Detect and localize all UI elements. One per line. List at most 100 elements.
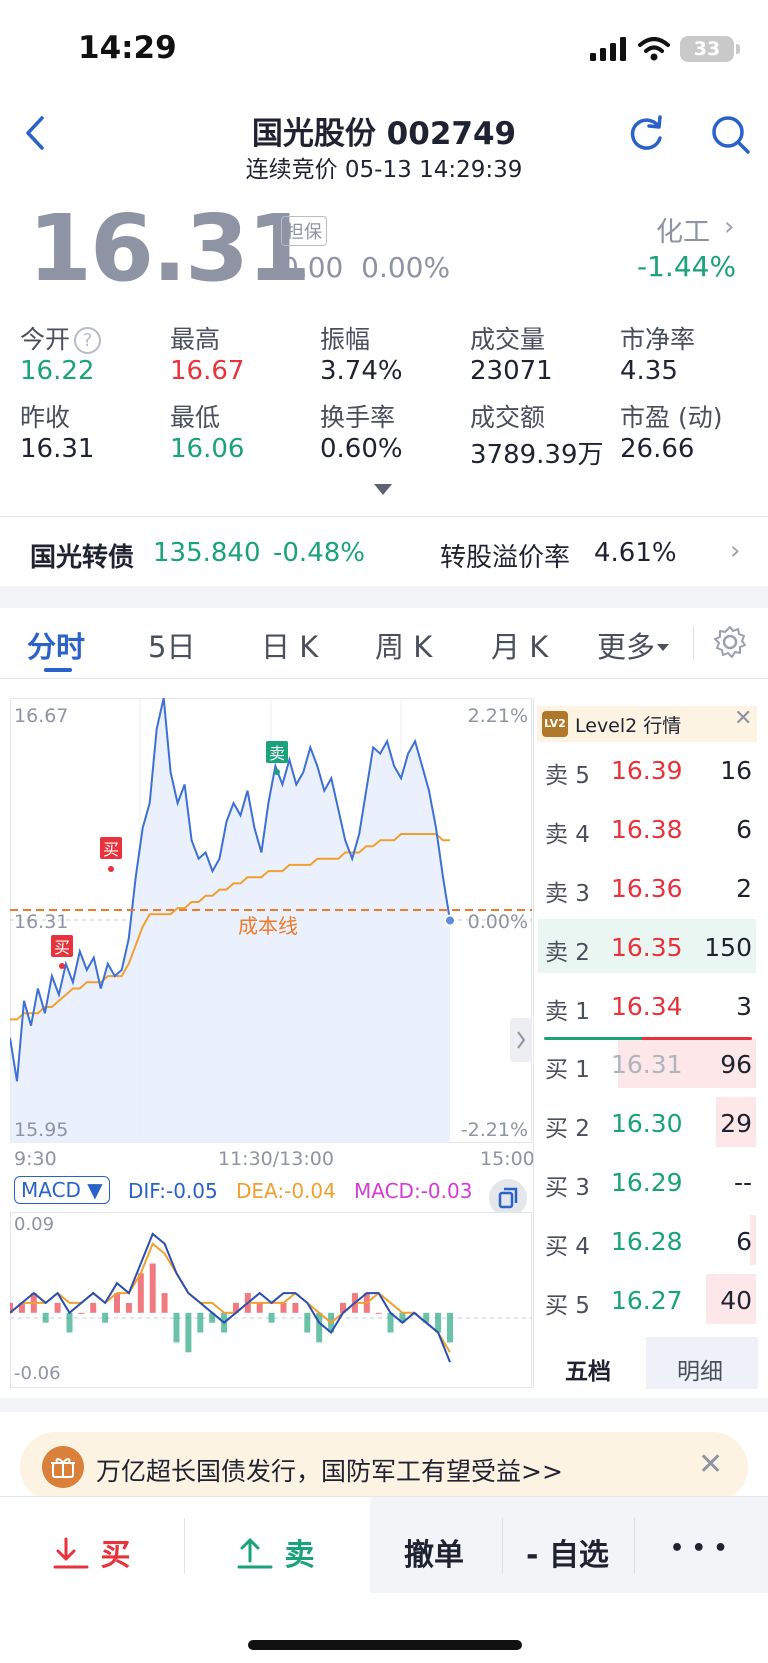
- level2-title[interactable]: Level2 行情: [575, 711, 681, 738]
- cancel-order-button[interactable]: 撤单: [404, 1530, 464, 1574]
- y-label-top: 16.67: [14, 705, 68, 727]
- x-label-midday: 11:30/13:00: [218, 1148, 334, 1170]
- macd-bar: [280, 1302, 287, 1313]
- ask-label: 卖 1: [545, 999, 590, 1025]
- bid-label: 买 3: [545, 1175, 590, 1201]
- last-price: 16.31: [28, 195, 311, 302]
- sector-name[interactable]: 化工: [656, 210, 710, 249]
- stat-label-text: 振幅: [320, 325, 371, 354]
- stat-label-text: 今开: [20, 325, 71, 354]
- stat-label: 市盈 (动): [620, 398, 722, 434]
- tab-five-levels[interactable]: 五档: [565, 1352, 611, 1386]
- macd-bar: [102, 1312, 109, 1323]
- tab-5day[interactable]: 5日: [148, 624, 195, 666]
- macd-bar: [197, 1312, 204, 1333]
- expand-caret-icon[interactable]: [374, 484, 392, 495]
- ask-price: 16.36: [611, 874, 683, 903]
- stat-value: 16.22: [20, 356, 95, 386]
- macd-chart: 0.09 -0.06: [10, 1212, 532, 1388]
- macd-bar: [292, 1302, 299, 1313]
- stat-value: 0.60%: [320, 434, 403, 464]
- wifi-icon: [638, 37, 670, 61]
- change-amount: 0.00: [281, 251, 344, 284]
- guarantee-tag: 担保: [281, 216, 327, 246]
- ask-price: 16.38: [611, 815, 683, 844]
- banner-text[interactable]: 万亿超长国债发行，国防军工有望受益>>: [96, 1452, 563, 1488]
- stat-label: 成交额: [470, 398, 545, 434]
- bid-qty: 40: [720, 1286, 752, 1315]
- tab-more[interactable]: 更多: [597, 624, 670, 666]
- close-icon[interactable]: ✕: [698, 1447, 723, 1482]
- chevron-right-icon[interactable]: ›: [724, 212, 734, 242]
- panel-divider: [533, 698, 534, 1388]
- bond-change: -0.48%: [273, 538, 365, 568]
- status-time: 14:29: [78, 30, 177, 66]
- gift-icon: [42, 1446, 84, 1488]
- pct-label-mid: 0.00%: [468, 911, 528, 933]
- bid-qty: 96: [720, 1050, 752, 1079]
- tab-monthly-k[interactable]: 月 K: [491, 624, 548, 666]
- bond-price: 135.840: [153, 538, 261, 568]
- macd-bar: [161, 1293, 168, 1313]
- ask-qty: 150: [704, 933, 752, 962]
- sell-button[interactable]: 卖: [236, 1530, 314, 1574]
- macd-bar: [304, 1312, 311, 1333]
- premium-label: 转股溢价率: [440, 543, 571, 573]
- tab-more-label: 更多: [597, 630, 656, 664]
- buy-marker-label: 买: [103, 840, 119, 859]
- tab-daily-k[interactable]: 日 K: [261, 624, 318, 666]
- signal-icon: [590, 37, 626, 61]
- macd-bar: [268, 1312, 275, 1323]
- stat-label: 最低: [170, 398, 220, 434]
- tab-intraday[interactable]: 分时: [27, 624, 85, 666]
- stat-value: 23071: [470, 356, 553, 386]
- divider: [0, 678, 768, 679]
- macd-bar: [149, 1263, 156, 1313]
- tab-weekly-k[interactable]: 周 K: [375, 624, 432, 666]
- stat-label-text: 成交量: [470, 325, 546, 354]
- expand-panel-handle[interactable]: [510, 1018, 532, 1062]
- section-gap: [0, 1398, 768, 1412]
- stat-label-text: 市净率: [620, 325, 696, 354]
- stat-value: 16.31: [20, 434, 95, 464]
- home-indicator: [248, 1640, 522, 1650]
- bid-price: 16.29: [611, 1168, 683, 1197]
- more-button[interactable]: • • •: [670, 1536, 728, 1561]
- macd-bar: [375, 1312, 382, 1314]
- macd-bar: [173, 1312, 180, 1343]
- settings-gear-icon[interactable]: [712, 624, 748, 660]
- search-icon[interactable]: [708, 112, 752, 156]
- chevron-down-icon: [657, 644, 670, 651]
- macd-y-top: 0.09: [14, 1214, 54, 1235]
- cost-line-label: 成本线: [238, 915, 298, 938]
- ask-qty: 6: [736, 815, 752, 844]
- ask-qty: 2: [736, 874, 752, 903]
- stat-label-text: 昨收: [20, 403, 71, 432]
- macd-value: MACD:-0.03: [354, 1179, 473, 1203]
- macd-bar: [185, 1312, 192, 1353]
- y-label-bottom: 15.95: [14, 1119, 68, 1141]
- macd-y-bottom: -0.06: [14, 1363, 61, 1384]
- buy-button[interactable]: 买: [52, 1530, 130, 1574]
- bond-name[interactable]: 国光转债: [30, 537, 134, 574]
- help-icon[interactable]: ?: [74, 327, 102, 354]
- close-icon[interactable]: ✕: [734, 706, 752, 731]
- stat-label: 昨收: [20, 398, 70, 434]
- buy-marker-label: 买: [54, 938, 70, 957]
- stat-label-text: 最低: [170, 403, 221, 432]
- intraday-chart[interactable]: 成本线 买 买 卖 16.67 16.31 15.95 2.21% 0.00% …: [10, 698, 532, 1143]
- ask-label: 卖 2: [545, 940, 590, 966]
- stat-value: 3789.39万: [470, 440, 604, 470]
- chevron-right-icon[interactable]: ›: [730, 536, 740, 566]
- stat-label-text: 成交额: [470, 403, 546, 432]
- indicator-selector[interactable]: MACD ▼: [14, 1176, 110, 1204]
- watchlist-button[interactable]: - 自选: [526, 1530, 609, 1574]
- macd-bar: [125, 1302, 132, 1313]
- bid-qty: --: [733, 1168, 752, 1197]
- macd-bar: [447, 1312, 453, 1343]
- tab-details[interactable]: 明细: [677, 1352, 723, 1386]
- sell-label: 卖: [284, 1538, 315, 1573]
- refresh-icon[interactable]: [624, 112, 668, 156]
- arrow-up-icon: [237, 1538, 273, 1569]
- bid-label: 买 2: [545, 1116, 590, 1142]
